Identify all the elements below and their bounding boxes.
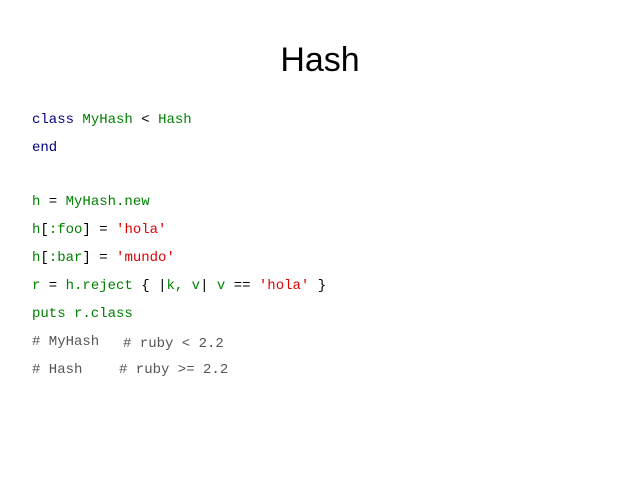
code-line-puts: puts r.class xyxy=(32,305,133,323)
assign-op: = xyxy=(40,278,66,294)
brace-close: } xyxy=(309,278,327,294)
code-line-foo: h[:foo] = 'hola' xyxy=(32,221,166,239)
slide: Hash class MyHash < Hash end h = MyHash.… xyxy=(0,0,640,480)
string-mundo: 'mundo' xyxy=(116,250,175,266)
keyword-end: end xyxy=(32,140,58,156)
code-line-reject: r = h.reject { |k, v| v == 'hola' } xyxy=(32,277,326,295)
bracket-close: ] xyxy=(82,222,91,238)
comment-hash: # Hash xyxy=(32,362,83,378)
new-expr: MyHash.new xyxy=(65,194,150,210)
code-line-comment-hash: # Hash xyxy=(32,361,82,379)
bracket-open: [ xyxy=(40,222,49,238)
inherit-operator: < xyxy=(132,112,159,128)
comment-ruby-gte: # ruby >= 2.2 xyxy=(119,362,229,378)
code-line-end: end xyxy=(32,139,57,157)
puts-statement: puts r.class xyxy=(32,306,133,322)
assign-op: = xyxy=(40,194,66,210)
code-line-new: h = MyHash.new xyxy=(32,193,150,211)
comment-myhash: # MyHash xyxy=(32,334,100,350)
block-args: k, v xyxy=(166,278,201,294)
bracket-open: [ xyxy=(40,250,49,266)
parent-class: Hash xyxy=(158,112,192,128)
slide-title: Hash xyxy=(280,41,360,79)
assign-op: = xyxy=(90,222,117,238)
comment-ruby-lt: # ruby < 2.2 xyxy=(123,336,224,352)
class-name: MyHash xyxy=(82,112,133,128)
brace-open: { xyxy=(132,278,159,294)
assign-op: = xyxy=(90,250,117,266)
code-line-bar: h[:bar] = 'mundo' xyxy=(32,249,175,267)
bracket-close: ] xyxy=(82,250,91,266)
code-line-comment-ruby-new: # ruby >= 2.2 xyxy=(119,361,228,379)
string-hola: 'hola' xyxy=(116,222,167,238)
symbol-bar: :bar xyxy=(48,250,83,266)
keyword-class: class xyxy=(32,112,75,128)
symbol-foo: :foo xyxy=(48,222,83,238)
string-hola: 'hola' xyxy=(258,278,310,294)
code-line-comment-myhash: # MyHash xyxy=(32,333,99,351)
code-line-class-def: class MyHash < Hash xyxy=(32,111,192,129)
code-line-comment-ruby-old: # ruby < 2.2 xyxy=(123,335,224,353)
equality-op: == xyxy=(225,278,259,294)
reject-call: h.reject xyxy=(65,278,133,294)
